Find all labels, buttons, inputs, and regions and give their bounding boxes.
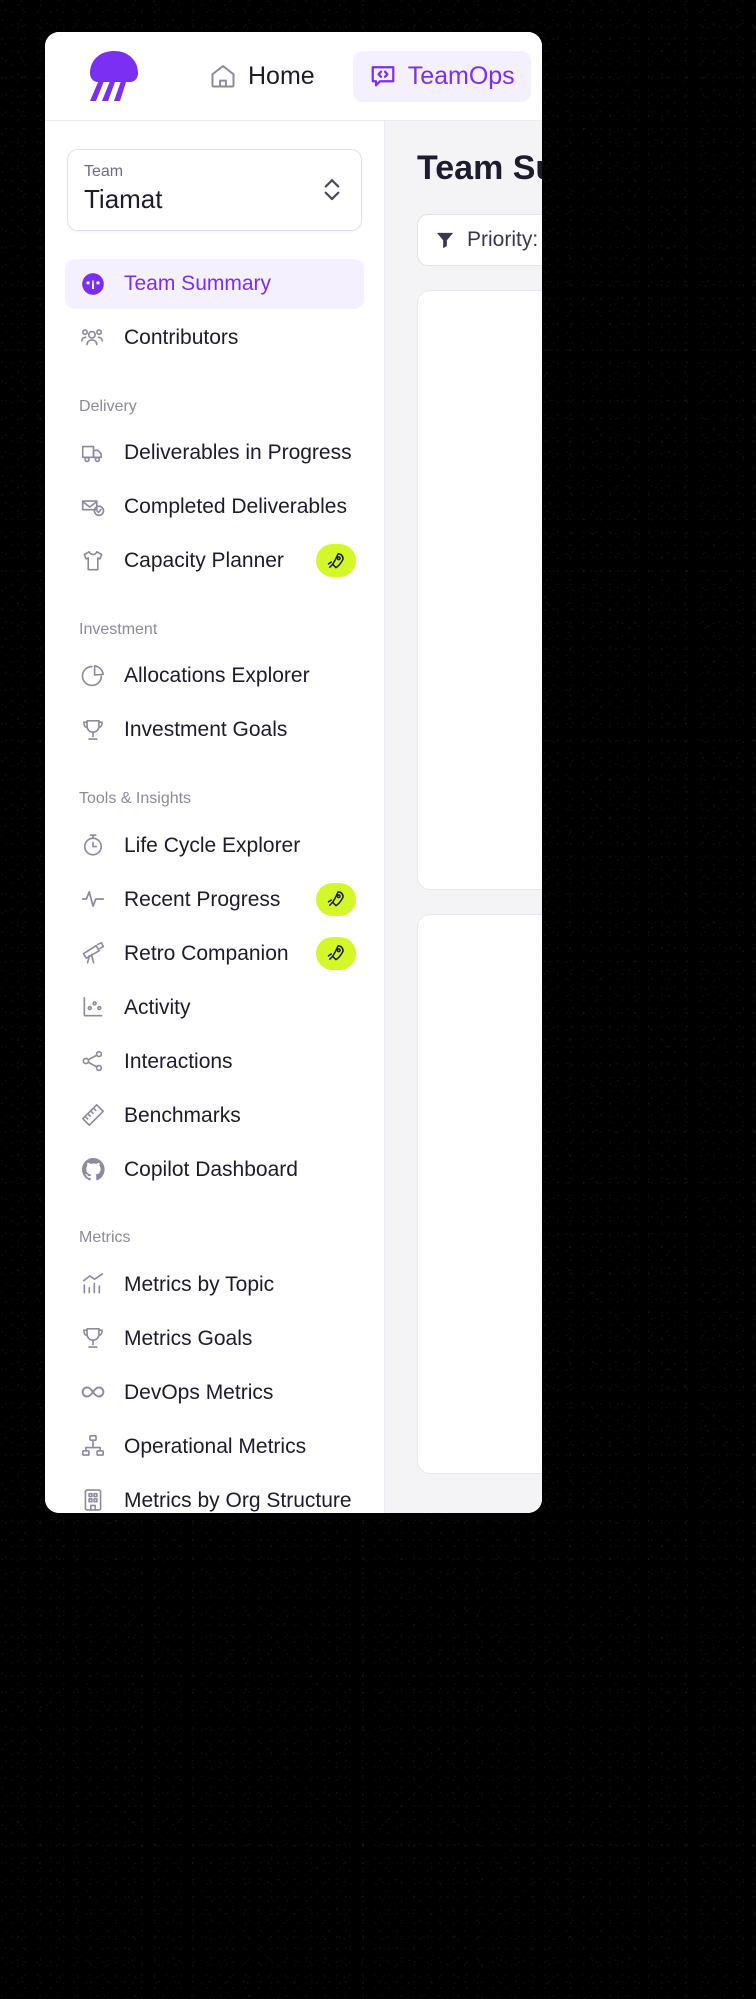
sidebar-item-label: Investment Goals [124, 718, 288, 742]
github-icon [79, 1155, 107, 1183]
sidebar-item-contributors[interactable]: Contributors [65, 313, 364, 363]
tab-home-label: Home [248, 61, 315, 90]
sidebar-item-label: Contributors [124, 326, 239, 350]
sidebar-item-label: Interactions [124, 1049, 233, 1073]
infinity-icon [79, 1378, 107, 1406]
sidebar-item-investment-goals[interactable]: Investment Goals [65, 705, 364, 755]
sidebar-item-metrics-by-org-structure[interactable]: Metrics by Org Structure [65, 1475, 364, 1513]
rocket-badge[interactable] [316, 936, 356, 970]
sidebar-item-operational-metrics[interactable]: Operational Metrics [65, 1421, 364, 1471]
team-selector-value: Tiamat [84, 184, 163, 215]
sidebar-item-label: Benchmarks [124, 1103, 241, 1127]
tab-teamops[interactable]: TeamOps [352, 50, 531, 102]
sidebar-item-label: Metrics Goals [124, 1326, 253, 1350]
sidebar-item-label: Operational Metrics [124, 1434, 307, 1458]
chevron-up-down-icon[interactable] [319, 174, 345, 204]
sidebar-item-label: Retro Companion [124, 941, 289, 965]
device-frame: Home TeamOps Team Tiamat Team Summary Co… [0, 0, 756, 1999]
sidebar-item-label: Metrics by Topic [124, 1272, 275, 1296]
jellyfish-logo[interactable] [83, 48, 145, 104]
tshirt-icon [79, 547, 107, 575]
team-selector-texts: Team Tiamat [84, 162, 163, 216]
priority-filter[interactable]: Priority: [417, 214, 542, 266]
content-panel-primary [417, 290, 542, 890]
mail-check-icon [79, 493, 107, 521]
sidebar-item-allocations-explorer[interactable]: Allocations Explorer [65, 651, 364, 701]
stopwatch-icon [79, 831, 107, 859]
rocket-badge[interactable] [316, 882, 356, 916]
sidebar-item-metrics-by-topic[interactable]: Metrics by Topic [65, 1259, 364, 1309]
home-icon [209, 62, 237, 90]
share-nodes-icon [79, 1047, 107, 1075]
sidebar-item-label: Team Summary [124, 272, 272, 296]
sidebar-item-team-summary[interactable]: Team Summary [65, 258, 364, 309]
sidebar-item-metrics-goals[interactable]: Metrics Goals [65, 1313, 364, 1363]
code-chat-icon [369, 62, 397, 90]
sidebar-item-retro-companion[interactable]: Retro Companion [65, 928, 364, 978]
page-title: Team Su [417, 149, 542, 187]
sidebar: Team Tiamat Team Summary Contributors De… [45, 121, 385, 1513]
sidebar-item-life-cycle-explorer[interactable]: Life Cycle Explorer [65, 820, 364, 870]
tab-home[interactable]: Home [193, 51, 331, 102]
sidebar-item-capacity-planner[interactable]: Capacity Planner [65, 536, 364, 586]
content-panel-secondary [417, 914, 542, 1474]
sidebar-section-delivery: Delivery [79, 397, 137, 415]
sidebar-item-interactions[interactable]: Interactions [65, 1036, 364, 1086]
app-window: Home TeamOps Team Tiamat Team Summary Co… [45, 32, 542, 1513]
sidebar-nav-list: Team Summary Contributors Delivery Deliv… [45, 258, 384, 1513]
sidebar-item-label: Activity [124, 995, 191, 1019]
nav-tab-list: Home TeamOps [193, 50, 531, 102]
telescope-icon [79, 939, 107, 967]
team-selector-label: Team [84, 163, 124, 180]
truck-icon [79, 439, 107, 467]
sidebar-item-copilot-dashboard[interactable]: Copilot Dashboard [65, 1144, 364, 1194]
org-tree-icon [79, 1432, 107, 1460]
sidebar-item-deliverables-in-progress[interactable]: Deliverables in Progress [65, 428, 364, 478]
sidebar-item-label: Completed Deliverables [124, 495, 347, 519]
funnel-icon [434, 229, 456, 251]
pie-chart-icon [79, 662, 107, 690]
sidebar-item-activity[interactable]: Activity [65, 982, 364, 1032]
bar-chart-up-icon [79, 1270, 107, 1298]
sidebar-item-label: DevOps Metrics [124, 1380, 274, 1404]
team-selector[interactable]: Team Tiamat [67, 149, 362, 231]
building-icon [79, 1486, 107, 1513]
top-navigation-bar: Home TeamOps [45, 32, 542, 121]
sidebar-item-label: Metrics by Org Structure [124, 1488, 352, 1512]
main-content: Team Su Priority: [385, 121, 542, 1513]
sidebar-item-label: Allocations Explorer [124, 664, 310, 688]
sidebar-item-label: Recent Progress [124, 887, 281, 911]
trophy-icon [79, 716, 107, 744]
sidebar-item-devops-metrics[interactable]: DevOps Metrics [65, 1367, 364, 1417]
activity-scatter-icon [79, 993, 107, 1021]
sidebar-item-recent-progress[interactable]: Recent Progress [65, 874, 364, 924]
priority-filter-label: Priority: [467, 228, 539, 251]
rocket-badge[interactable] [316, 544, 356, 578]
sidebar-item-label: Copilot Dashboard [124, 1157, 298, 1181]
sidebar-section-tools-insights: Tools & Insights [79, 790, 192, 808]
sidebar-item-completed-deliverables[interactable]: Completed Deliverables [65, 482, 364, 532]
sidebar-item-label: Deliverables in Progress [124, 441, 352, 465]
sidebar-section-metrics: Metrics [79, 1229, 131, 1247]
ruler-icon [79, 1101, 107, 1129]
tab-teamops-label: TeamOps [407, 61, 515, 90]
sidebar-item-label: Capacity Planner [124, 549, 284, 573]
gauge-icon [79, 270, 107, 298]
sidebar-item-benchmarks[interactable]: Benchmarks [65, 1090, 364, 1140]
users-icon [79, 324, 107, 352]
trophy-icon [79, 1324, 107, 1352]
pulse-icon [79, 885, 107, 913]
sidebar-section-investment: Investment [79, 620, 158, 638]
body-container: Team Tiamat Team Summary Contributors De… [45, 121, 542, 1513]
sidebar-item-label: Life Cycle Explorer [124, 833, 301, 857]
